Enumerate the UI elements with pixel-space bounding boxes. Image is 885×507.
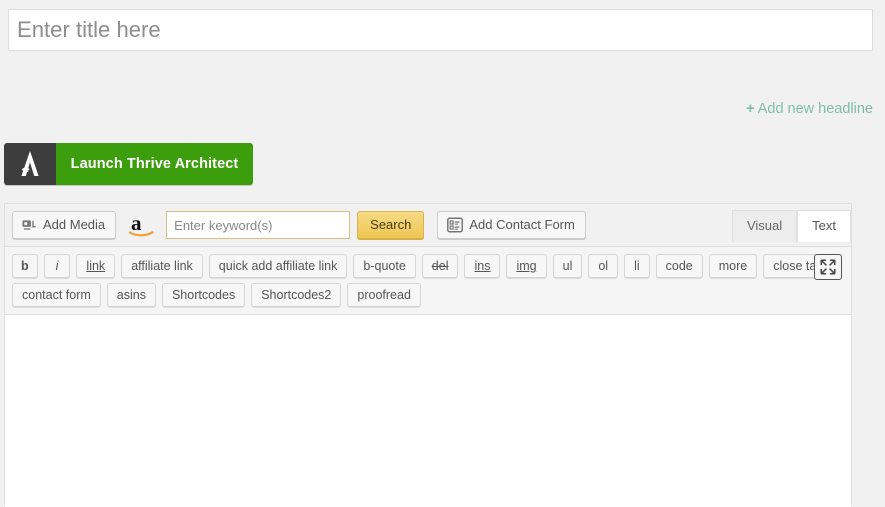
tab-visual[interactable]: Visual <box>731 210 798 242</box>
add-contact-form-button[interactable]: Add Contact Form <box>437 211 586 239</box>
quicktag-button[interactable]: ins <box>464 254 501 278</box>
quicktag-button[interactable]: asins <box>106 283 156 307</box>
quicktag-label: ul <box>562 259 573 273</box>
quicktag-button[interactable]: contact form <box>12 283 101 307</box>
quicktag-button[interactable]: quick add affiliate link <box>208 254 348 278</box>
quicktag-label: ins <box>474 259 491 273</box>
amazon-logo-icon: a <box>127 211 157 239</box>
quicktags-row-1: b i link affiliate link quick add affiliate … <box>10 252 846 281</box>
headline-row: + Add new headline <box>8 100 873 117</box>
quicktag-label: Shortcodes <box>171 288 236 302</box>
svg-text:a: a <box>131 212 142 235</box>
quicktag-label: link <box>86 259 106 273</box>
quicktag-label: b-quote <box>363 259 406 273</box>
quicktag-button[interactable]: more <box>708 254 758 278</box>
amazon-keyword-input[interactable] <box>166 211 351 239</box>
quicktag-label: proofread <box>357 288 411 302</box>
quicktag-label: contact form <box>22 288 91 302</box>
quicktags-row-2: contact form asins Shortcodes Shortcodes2 pr… <box>10 281 846 310</box>
add-new-headline-link[interactable]: + Add new headline <box>746 100 873 117</box>
add-media-label: Add Media <box>43 217 106 232</box>
quicktag-button[interactable]: ul <box>552 254 583 278</box>
thrive-architect-logo-icon <box>4 143 56 185</box>
quicktag-button[interactable]: Shortcodes <box>161 283 246 307</box>
quicktag-label: i <box>55 259 59 273</box>
quicktag-label: ol <box>598 259 609 273</box>
quicktag-label: code <box>665 259 693 273</box>
quicktag-button[interactable]: i <box>43 254 71 278</box>
launch-thrive-architect-button[interactable]: Launch Thrive Architect <box>4 143 253 185</box>
quicktag-button[interactable]: img <box>506 254 547 278</box>
quicktag-label: asins <box>116 288 146 302</box>
quicktag-button[interactable]: ol <box>588 254 619 278</box>
quicktag-label: Shortcodes2 <box>261 288 332 302</box>
add-media-button[interactable]: Add Media <box>12 211 117 239</box>
media-icon <box>22 218 37 233</box>
quicktag-label: more <box>718 259 748 273</box>
quicktag-button[interactable]: code <box>655 254 703 278</box>
quicktag-button[interactable]: Shortcodes2 <box>251 283 342 307</box>
quicktag-label: quick add affiliate link <box>218 259 338 273</box>
tab-text-label: Text <box>812 218 836 233</box>
tab-text[interactable]: Text <box>797 210 851 242</box>
quicktag-label: img <box>516 259 537 273</box>
tab-visual-label: Visual <box>746 218 783 233</box>
post-title-input[interactable] <box>8 9 873 51</box>
add-contact-form-label: Add Contact Form <box>469 217 575 232</box>
distraction-free-expand-icon <box>820 259 836 275</box>
plus-icon: + <box>745 100 755 117</box>
quicktag-button[interactable]: b-quote <box>353 254 416 278</box>
quicktag-button[interactable]: del <box>421 254 459 278</box>
editor-mode-tabs: Visual Text <box>731 210 851 242</box>
quicktag-label: del <box>431 259 449 273</box>
quicktag-button[interactable]: proofread <box>347 283 421 307</box>
post-editor: Add Media a Search <box>4 203 852 507</box>
amazon-search-label: Search <box>370 217 412 232</box>
quicktag-button[interactable]: b <box>12 254 38 278</box>
post-content-textarea[interactable] <box>5 315 851 507</box>
add-new-headline-label: Add new headline <box>757 101 873 117</box>
quicktag-label: li <box>634 259 640 273</box>
editor-media-bar: Add Media a Search <box>5 204 851 246</box>
launch-thrive-architect-label: Launch Thrive Architect <box>56 143 253 185</box>
quicktag-button[interactable]: link <box>76 254 116 278</box>
quicktags-toolbar: b i link affiliate link quick add affiliate … <box>5 246 851 315</box>
quicktag-button[interactable]: affiliate link <box>121 254 203 278</box>
distraction-free-expand-button[interactable] <box>814 254 842 280</box>
quicktag-button[interactable]: li <box>624 254 650 278</box>
quicktag-label: b <box>21 259 29 273</box>
amazon-search-button[interactable]: Search <box>357 211 425 239</box>
post-title-wrap <box>8 9 873 51</box>
contact-form-icon <box>447 217 464 233</box>
quicktag-label: affiliate link <box>131 259 193 273</box>
